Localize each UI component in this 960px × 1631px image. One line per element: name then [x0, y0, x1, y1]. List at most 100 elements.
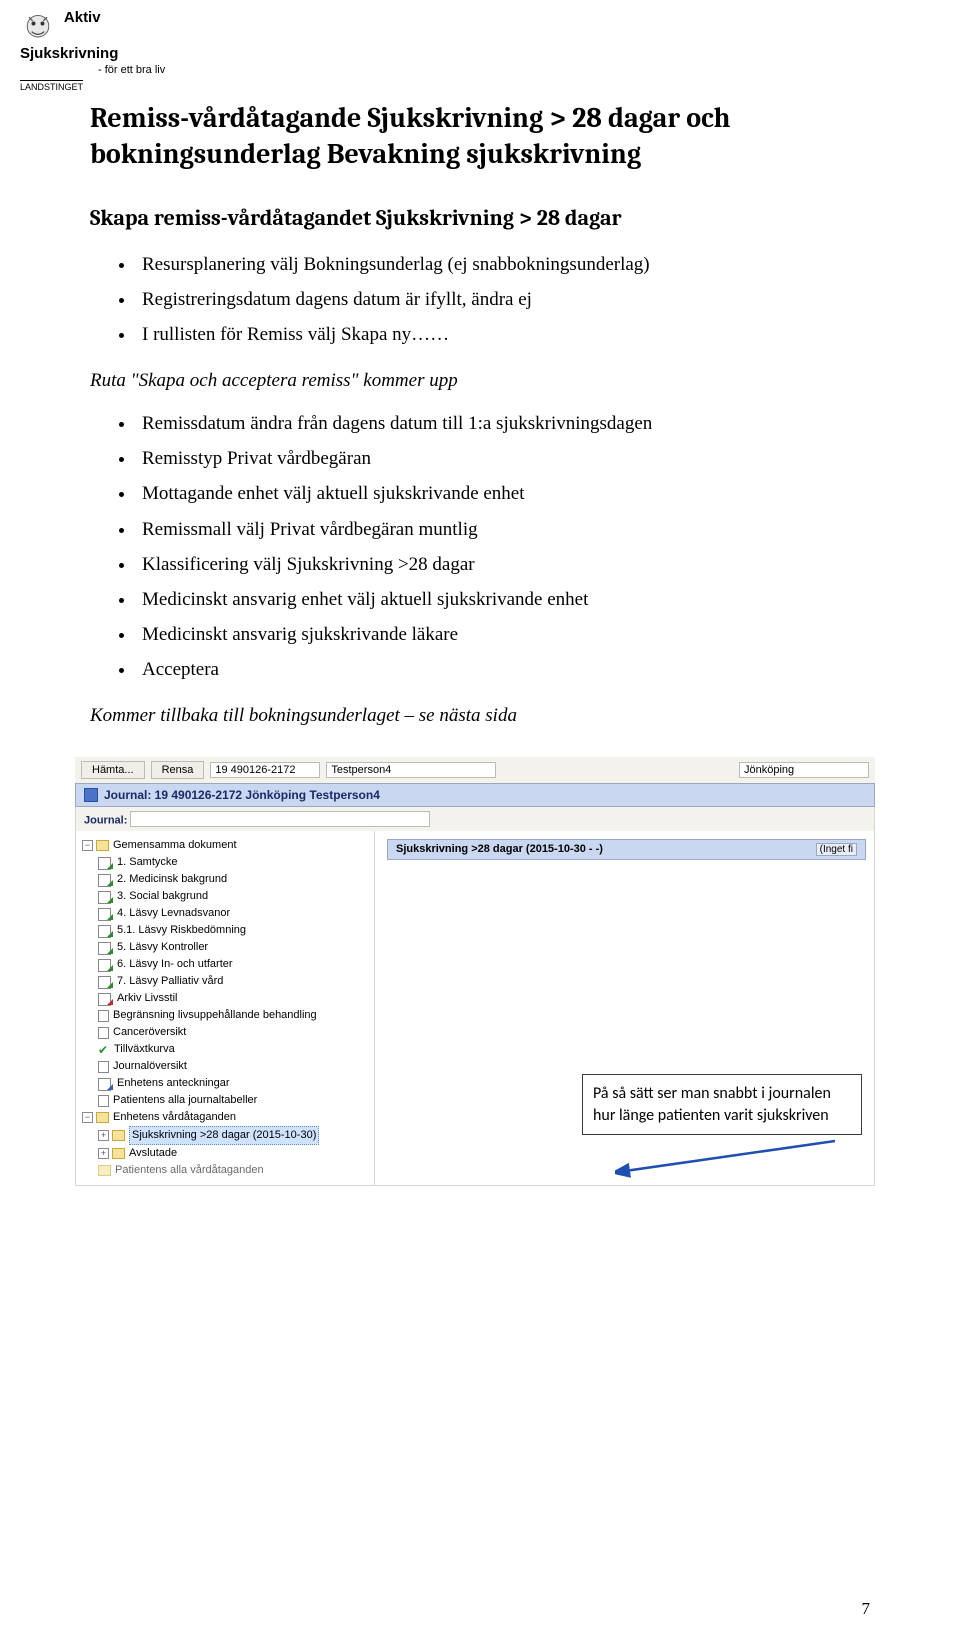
mascot-icon — [20, 10, 56, 46]
tree-item[interactable]: 1. Samtycke — [80, 854, 370, 871]
tree-label: Patientens alla vårdåtaganden — [115, 1162, 264, 1179]
tree-item[interactable]: 4. Läsvy Levnadsvanor — [80, 905, 370, 922]
tree-item[interactable]: Patientens alla journaltabeller — [80, 1092, 370, 1109]
tree-label: 1. Samtycke — [117, 854, 178, 871]
folder-icon — [112, 1148, 125, 1159]
journal-titlebar: Journal: 19 490126-2172 Jönköping Testpe… — [75, 783, 875, 807]
list-item: Registreringsdatum dagens datum är ifyll… — [136, 282, 870, 317]
tree-item[interactable]: 6. Läsvy In- och utfarter — [80, 956, 370, 973]
bullet-list-2: Remissdatum ändra från dagens datum till… — [90, 406, 870, 687]
sheet-icon — [98, 975, 113, 988]
tree-label: Begränsning livsuppehållande behandling — [113, 1007, 317, 1024]
pane-header-title: Sjukskrivning >28 dagar (2015-10-30 - -) — [396, 843, 603, 856]
italic-note-1: Ruta "Skapa och acceptera remiss" kommer… — [90, 370, 870, 392]
tree-label: 7. Läsvy Palliativ vård — [117, 973, 223, 990]
toolbar: Hämta... Rensa 19 490126-2172 Testperson… — [75, 757, 875, 783]
sheet-icon — [98, 873, 113, 886]
content-pane: Sjukskrivning >28 dagar (2015-10-30 - -)… — [375, 831, 875, 1186]
tree-label: 6. Läsvy In- och utfarter — [117, 956, 233, 973]
tree-item[interactable]: 7. Läsvy Palliativ vård — [80, 973, 370, 990]
tree-item[interactable]: − Enhetens vårdåtaganden — [80, 1109, 370, 1126]
journal-label: Journal: — [84, 815, 127, 827]
page-number: 7 — [862, 1599, 871, 1619]
tree-item[interactable]: Tillväxtkurva — [80, 1041, 370, 1058]
sheet-icon — [98, 958, 113, 971]
journal-icon — [84, 788, 98, 802]
expand-icon[interactable]: + — [98, 1130, 109, 1141]
list-item: Mottagande enhet välj aktuell sjukskriva… — [136, 476, 870, 511]
expand-icon[interactable]: + — [98, 1148, 109, 1159]
list-item: I rullisten för Remiss välj Skapa ny…… — [136, 317, 870, 352]
tree-label: Journalöversikt — [113, 1058, 187, 1075]
sheet-icon — [98, 907, 113, 920]
sheet-icon — [98, 992, 113, 1005]
list-item: Acceptera — [136, 652, 870, 687]
tree-label: 2. Medicinsk bakgrund — [117, 871, 227, 888]
brand-logo: Aktiv Sjukskrivning - för ett bra liv LA… — [20, 10, 200, 92]
folder-icon — [112, 1130, 125, 1141]
tree-item[interactable]: Enhetens anteckningar — [80, 1075, 370, 1092]
tree-label: Patientens alla journaltabeller — [113, 1092, 257, 1109]
tree-root-label: Gemensamma dokument — [113, 837, 237, 854]
pane-header: Sjukskrivning >28 dagar (2015-10-30 - -)… — [387, 839, 866, 860]
tree-label-selected: Sjukskrivning >28 dagar (2015-10-30) — [129, 1126, 319, 1145]
journal-title: Journal: 19 490126-2172 Jönköping Testpe… — [104, 788, 380, 802]
fetch-button[interactable]: Hämta... — [81, 761, 145, 779]
tree-item[interactable]: Arkiv Livsstil — [80, 990, 370, 1007]
list-item: Remisstyp Privat vårdbegäran — [136, 441, 870, 476]
folder-icon — [96, 840, 109, 851]
page-heading: Remiss-vårdåtagande Sjukskrivning > 28 d… — [90, 100, 870, 173]
tree-item[interactable]: 3. Social bakgrund — [80, 888, 370, 905]
sheet-icon — [98, 856, 113, 869]
app-screenshot: Hämta... Rensa 19 490126-2172 Testperson… — [75, 757, 875, 1186]
pane-filter-dropdown[interactable]: (Inget fi — [816, 843, 857, 856]
tree-item[interactable]: Canceröversikt — [80, 1024, 370, 1041]
folder-icon — [98, 1165, 111, 1176]
tree-label: 4. Läsvy Levnadsvanor — [117, 905, 230, 922]
tree-root[interactable]: − Gemensamma dokument — [80, 837, 370, 854]
sheet-icon — [98, 941, 113, 954]
tree-item[interactable]: 2. Medicinsk bakgrund — [80, 871, 370, 888]
patient-name-input[interactable]: Testperson4 — [326, 762, 496, 778]
location-input[interactable]: Jönköping — [739, 762, 869, 778]
document-tree: − Gemensamma dokument 1. Samtycke 2. Med… — [75, 831, 375, 1186]
list-item: Remissdatum ändra från dagens datum till… — [136, 406, 870, 441]
tree-label: Avslutade — [129, 1145, 177, 1162]
check-icon — [98, 1044, 110, 1056]
tree-label: 5.1. Läsvy Riskbedömning — [117, 922, 246, 939]
doc-icon — [98, 1010, 109, 1022]
list-item: Resursplanering välj Bokningsunderlag (e… — [136, 247, 870, 282]
tree-item[interactable]: 5. Läsvy Kontroller — [80, 939, 370, 956]
journal-search-input[interactable] — [130, 811, 430, 827]
sheet-icon — [98, 924, 113, 937]
doc-icon — [98, 1061, 109, 1073]
clear-button[interactable]: Rensa — [151, 761, 205, 779]
page-subheading: Skapa remiss-vårdåtagandet Sjukskrivning… — [90, 205, 870, 231]
tree-item[interactable]: 5.1. Läsvy Riskbedömning — [80, 922, 370, 939]
annotation-callout: På så sätt ser man snabbt i journalen hu… — [582, 1074, 862, 1135]
folder-icon — [96, 1112, 109, 1123]
list-item: Medicinskt ansvarig enhet välj aktuell s… — [136, 582, 870, 617]
journal-sub-toolbar: Journal: — [75, 807, 875, 831]
tree-item[interactable]: Begränsning livsuppehållande behandling — [80, 1007, 370, 1024]
tree-label: 3. Social bakgrund — [117, 888, 208, 905]
tree-label: Enhetens anteckningar — [117, 1075, 230, 1092]
tree-item[interactable]: + Sjukskrivning >28 dagar (2015-10-30) — [80, 1126, 370, 1145]
brand-sub: - för ett bra liv — [98, 64, 165, 76]
patient-id-input[interactable]: 19 490126-2172 — [210, 762, 320, 778]
list-item: Klassificering välj Sjukskrivning >28 da… — [136, 547, 870, 582]
tree-label: Arkiv Livsstil — [117, 990, 178, 1007]
list-item: Medicinskt ansvarig sjukskrivande läkare — [136, 617, 870, 652]
collapse-icon[interactable]: − — [82, 1112, 93, 1123]
tree-label: Canceröversikt — [113, 1024, 186, 1041]
tree-item[interactable]: + Avslutade — [80, 1145, 370, 1162]
doc-icon — [98, 1027, 109, 1039]
italic-note-2: Kommer tillbaka till bokningsunderlaget … — [90, 705, 870, 727]
tree-label: 5. Läsvy Kontroller — [117, 939, 208, 956]
tree-item[interactable]: Journalöversikt — [80, 1058, 370, 1075]
tree-label: Enhetens vårdåtaganden — [113, 1109, 236, 1126]
sheet-icon — [98, 1077, 113, 1090]
collapse-icon[interactable]: − — [82, 840, 93, 851]
tree-item[interactable]: Patientens alla vårdåtaganden — [80, 1162, 370, 1179]
annotation-arrow-icon — [615, 1131, 845, 1181]
